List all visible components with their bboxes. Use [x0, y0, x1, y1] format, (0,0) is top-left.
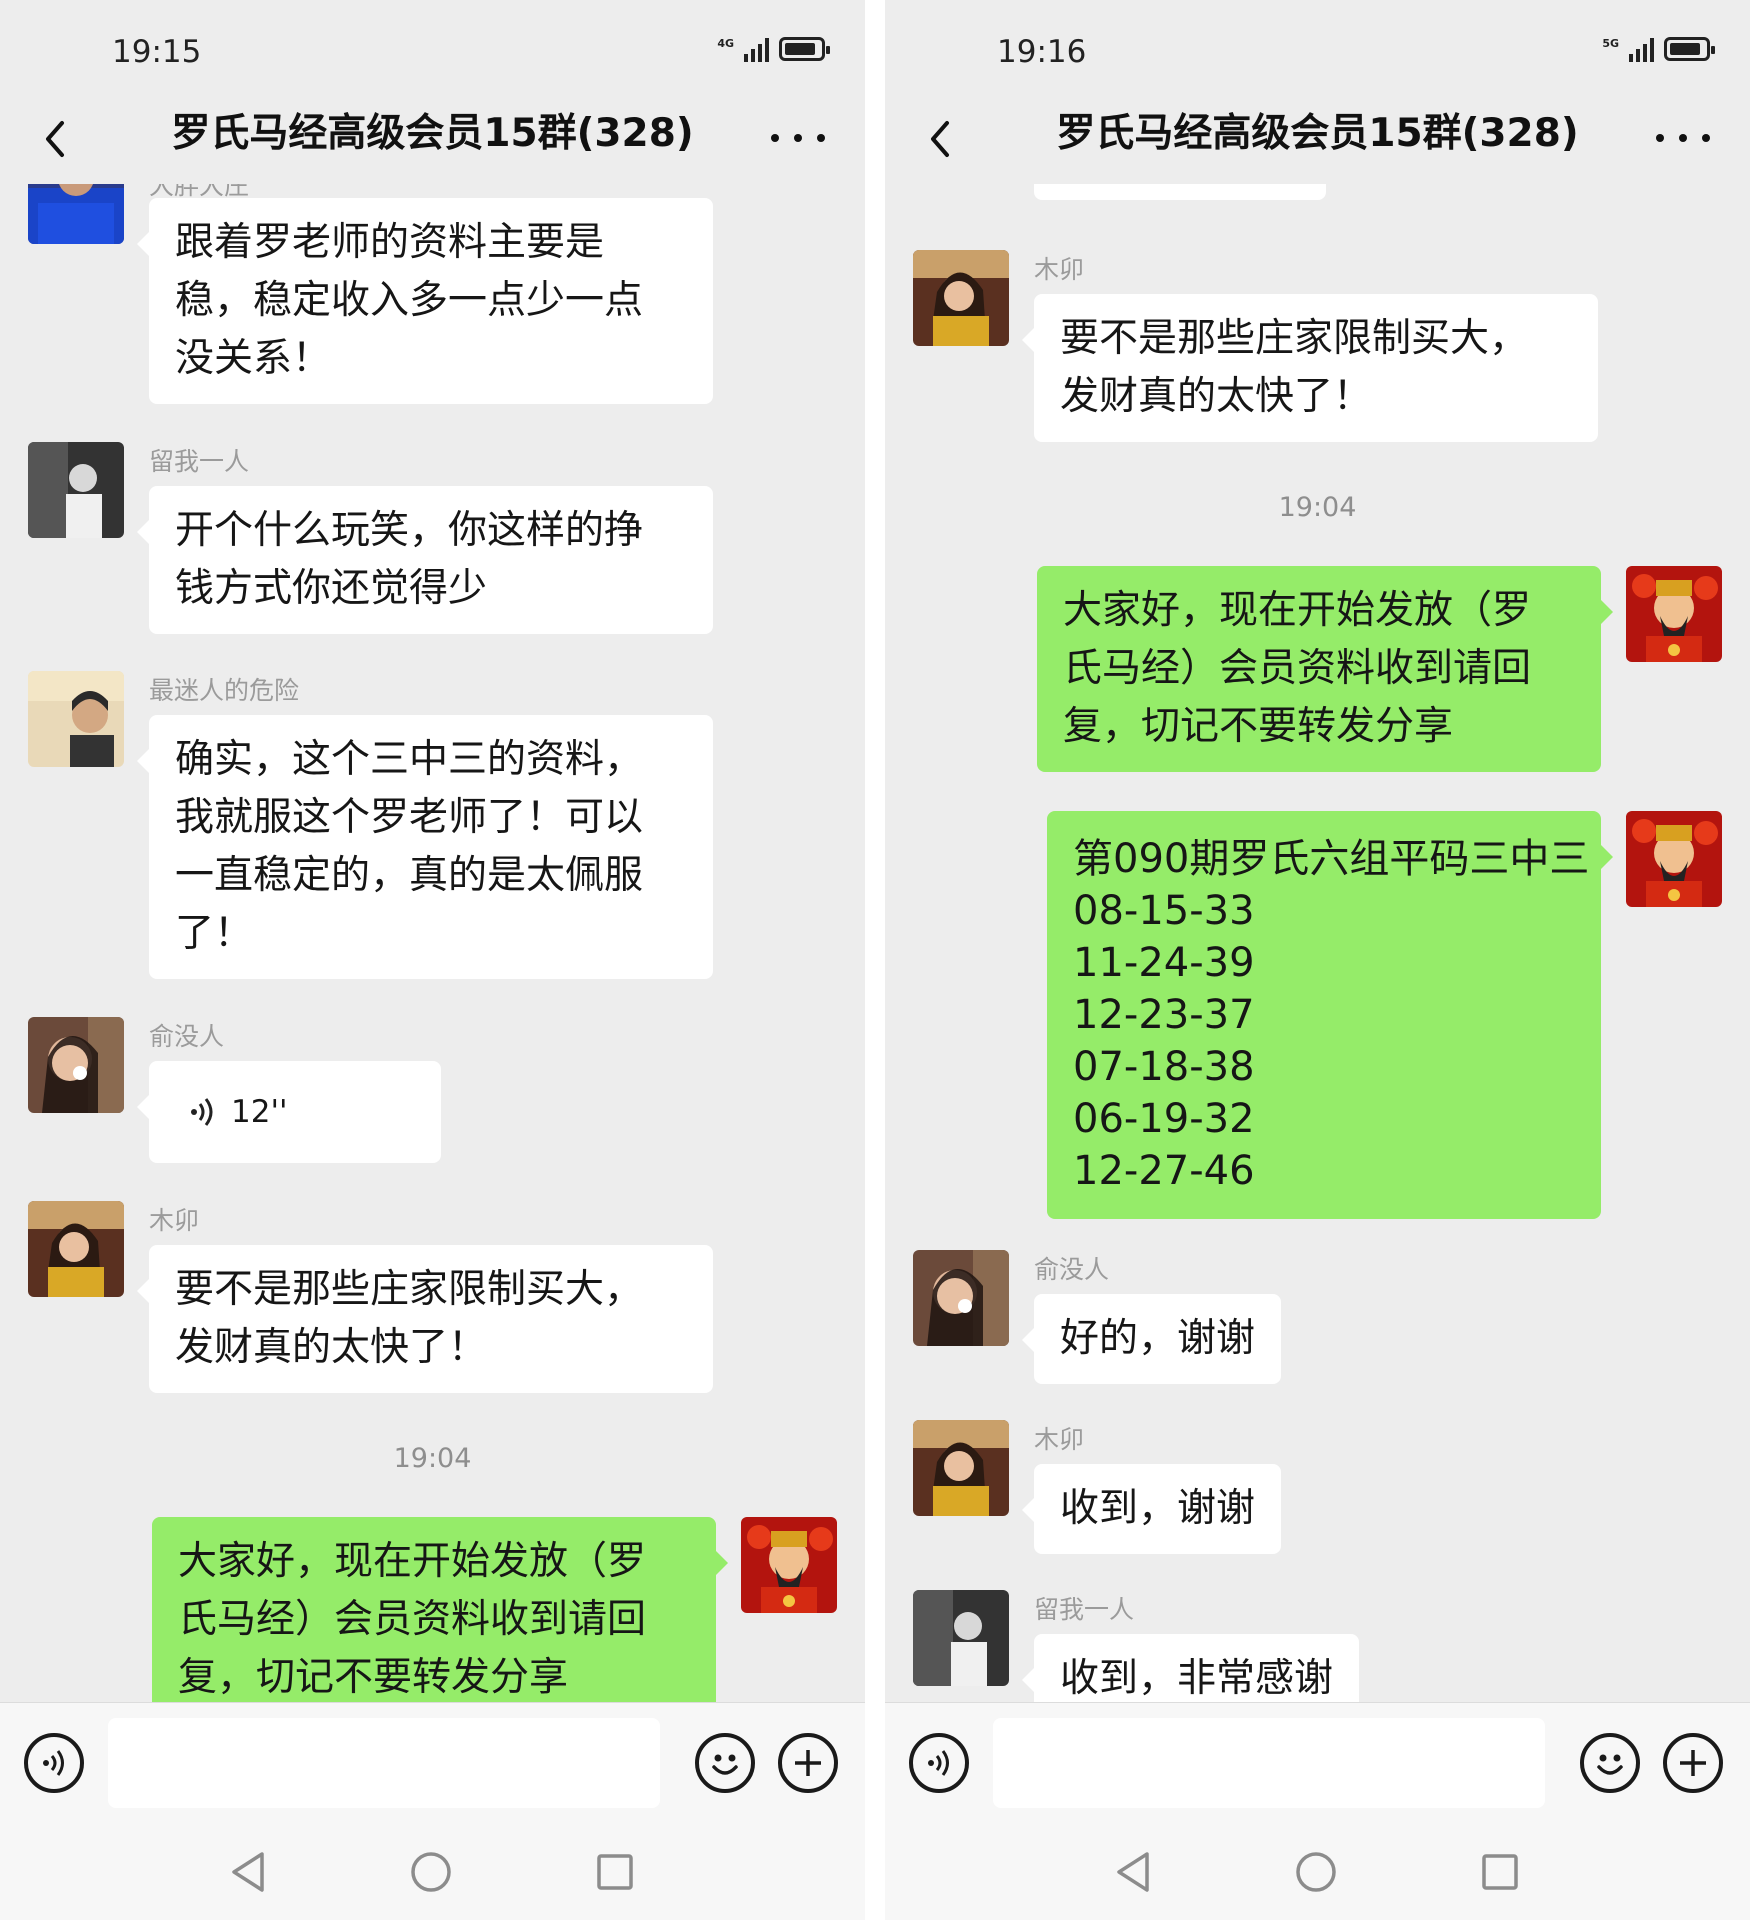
message-bubble[interactable]: 大家好，现在开始发放（罗 氏马经）会员资料收到请回 复，切记不要转发分享 — [152, 1517, 728, 1702]
sender-name: 留我一人 — [1034, 1595, 1135, 1624]
plus-button[interactable] — [1663, 1733, 1723, 1793]
more-icon — [771, 134, 779, 142]
status-bar: 19:15 4G — [0, 0, 865, 104]
input-bar — [0, 1702, 865, 1822]
nav-back-icon — [1117, 1852, 1149, 1892]
message-bubble[interactable]: 跟着罗老师的资料主要是 稳，稳定收入多一点少一点 没关系！ — [137, 198, 713, 404]
avatar[interactable] — [1626, 811, 1722, 907]
more-icon — [1656, 134, 1664, 142]
title-bar: 罗氏马经高级会员15群(328) — [885, 104, 1750, 184]
avatar[interactable] — [28, 1201, 124, 1297]
sender-name: 木卯 — [1034, 255, 1085, 284]
message-bubble[interactable]: 开个什么玩笑，你这样的挣 钱方式你还觉得少 — [137, 486, 713, 634]
message-bubble[interactable]: 大家好，现在开始发放（罗 氏马经）会员资料收到请回 复，切记不要转发分享 — [1037, 566, 1613, 772]
message-list[interactable]: 木卯 要不是那些庄家限制买大， 发财真的太快了！ 19:04 大家好，现在开始发… — [885, 184, 1750, 1702]
chat-title: 罗氏马经高级会员15群(328) — [1056, 111, 1579, 156]
chat-title: 罗氏马经高级会员15群(328) — [171, 111, 694, 156]
voice-wave-icon — [191, 1098, 213, 1126]
nav-home-icon — [411, 1852, 451, 1892]
voice-input-icon — [43, 1750, 64, 1776]
nav-back-button[interactable] — [1103, 1842, 1163, 1902]
avatar[interactable] — [913, 1420, 1009, 1516]
input-bar — [885, 1702, 1750, 1822]
message-bubble[interactable]: 确实，这个三中三的资料， 我就服这个罗老师了！可以 一直稳定的，真的是太佩服 了… — [137, 715, 713, 979]
status-icons: 4G — [717, 36, 830, 62]
chat-screen-right: 19:16 5G 罗氏马经高级会员15群(328) 木卯 要不是那些庄家限制买大… — [885, 0, 1750, 1920]
avatar[interactable] — [741, 1517, 837, 1613]
message-bubble[interactable]: 要不是那些庄家限制买大， 发财真的太快了！ — [137, 1245, 713, 1393]
nav-recents-button[interactable] — [585, 1842, 645, 1902]
signal-icon — [744, 36, 769, 62]
sender-name: 木卯 — [149, 1206, 200, 1235]
emoji-icon — [1597, 1754, 1623, 1775]
avatar[interactable] — [28, 184, 124, 244]
sender-name: 留我一人 — [149, 447, 250, 476]
sender-name: 俞没人 — [1034, 1255, 1110, 1284]
timestamp: 19:04 — [1278, 492, 1357, 523]
nav-recents-button[interactable] — [1470, 1842, 1530, 1902]
nav-recents-icon — [1482, 1854, 1518, 1890]
system-nav-bar — [885, 1822, 1750, 1920]
message-bubble[interactable]: 好的，谢谢 — [1021, 1294, 1282, 1384]
voice-duration: 12'' — [231, 1094, 288, 1130]
chat-screen-left: 19:15 4G 罗氏马经高级会员15群(328) 大胖大庄 跟着罗老师的资料主… — [0, 0, 865, 1920]
nav-home-button[interactable] — [401, 1842, 461, 1902]
title-bar: 罗氏马经高级会员15群(328) — [0, 104, 865, 184]
nav-back-button[interactable] — [218, 1842, 278, 1902]
status-bar: 19:16 5G — [885, 0, 1750, 104]
nav-back-icon — [232, 1852, 264, 1892]
avatar[interactable] — [913, 250, 1009, 346]
emoji-button[interactable] — [1580, 1733, 1640, 1793]
emoji-button[interactable] — [695, 1733, 755, 1793]
voice-input-button[interactable] — [24, 1733, 84, 1793]
avatar[interactable] — [28, 442, 124, 538]
message-bubble[interactable]: 第090期罗氏六组平码三中三 08-15-33 11-24-39 12-23-3… — [1047, 811, 1613, 1219]
timestamp: 19:04 — [393, 1443, 472, 1474]
nav-home-icon — [1296, 1852, 1336, 1892]
avatar[interactable] — [28, 1017, 124, 1113]
voice-message-bubble[interactable]: 12'' — [137, 1061, 441, 1163]
avatar[interactable] — [28, 671, 124, 767]
more-button[interactable] — [1656, 118, 1710, 158]
battery-icon — [779, 37, 830, 61]
avatar[interactable] — [913, 1590, 1009, 1686]
message-bubble-partial — [1034, 184, 1326, 200]
sender-name: 木卯 — [1034, 1425, 1085, 1454]
sender-name: 俞没人 — [149, 1022, 225, 1051]
message-input[interactable] — [993, 1718, 1545, 1808]
message-list[interactable]: 大胖大庄 跟着罗老师的资料主要是 稳，稳定收入多一点少一点 没关系！ 留我一人 … — [0, 184, 865, 1702]
signal-icon — [1629, 36, 1654, 62]
message-input[interactable] — [108, 1718, 660, 1808]
network-type: 5G — [1602, 37, 1619, 50]
status-icons: 5G — [1602, 36, 1715, 62]
avatar[interactable] — [1626, 566, 1722, 662]
voice-input-icon — [928, 1750, 949, 1776]
plus-icon — [795, 1750, 821, 1776]
message-bubble[interactable]: 收到，非常感谢 — [1021, 1634, 1360, 1702]
message-bubble[interactable]: 要不是那些庄家限制买大， 发财真的太快了！ — [1022, 294, 1598, 442]
network-type: 4G — [717, 37, 734, 50]
status-time: 19:15 — [112, 34, 202, 70]
message-bubble[interactable]: 收到，谢谢 — [1021, 1464, 1282, 1554]
voice-input-button[interactable] — [909, 1733, 969, 1793]
plus-button[interactable] — [778, 1733, 838, 1793]
plus-icon — [1680, 1750, 1706, 1776]
status-time: 19:16 — [997, 34, 1087, 70]
avatar[interactable] — [913, 1250, 1009, 1346]
system-nav-bar — [0, 1822, 865, 1920]
emoji-icon — [712, 1754, 738, 1775]
battery-icon — [1664, 37, 1715, 61]
nav-home-button[interactable] — [1286, 1842, 1346, 1902]
nav-recents-icon — [597, 1854, 633, 1890]
more-button[interactable] — [771, 118, 825, 158]
sender-name: 最迷人的危险 — [149, 676, 300, 705]
